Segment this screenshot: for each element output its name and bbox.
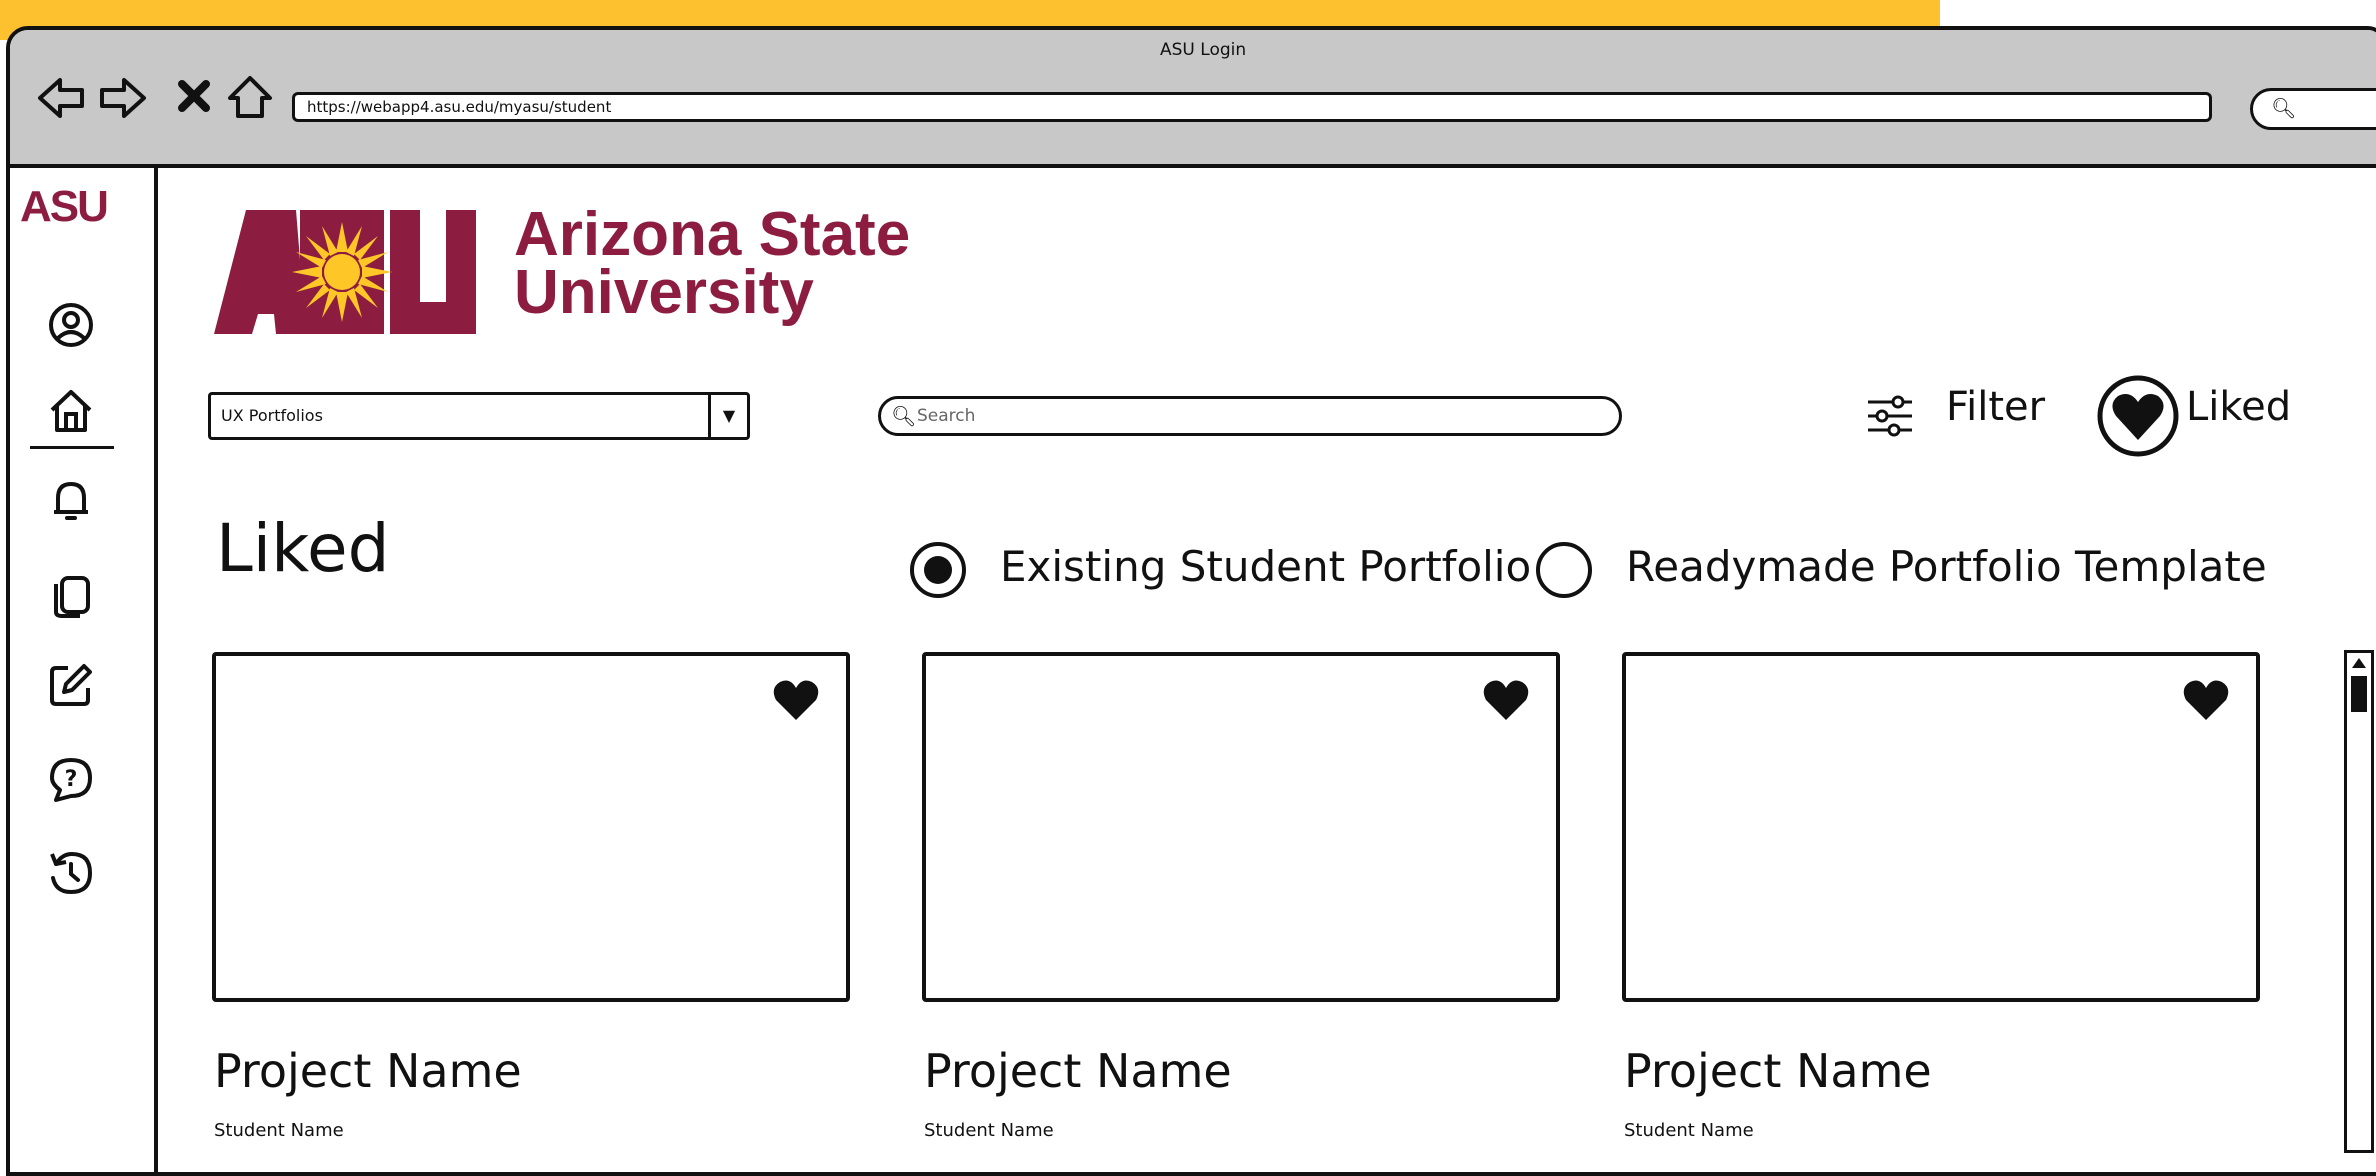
profile-icon[interactable] xyxy=(44,298,98,352)
browser-search-button[interactable]: 🔍︎ xyxy=(2250,88,2376,130)
university-name-line2: University xyxy=(514,258,814,327)
search-placeholder: Search xyxy=(917,406,976,426)
page-title: Liked xyxy=(216,510,390,587)
documents-icon[interactable] xyxy=(44,568,98,622)
edit-icon[interactable] xyxy=(44,658,98,712)
student-name: Student Name xyxy=(1624,1120,1754,1141)
browser-titlebar: ASU Login https://webapp4.asu.edu/myasu/… xyxy=(10,30,2376,168)
portfolio-card[interactable] xyxy=(212,652,850,1002)
back-arrow-icon[interactable] xyxy=(36,72,88,124)
university-name-line1: Arizona State xyxy=(514,200,911,269)
filter-button[interactable]: Filter xyxy=(1946,384,2045,430)
chevron-down-icon[interactable]: ▼ xyxy=(708,395,747,437)
project-name[interactable]: Project Name xyxy=(1624,1044,1932,1098)
radio-readymade-template[interactable] xyxy=(1534,540,1594,600)
history-icon[interactable] xyxy=(44,846,98,900)
student-name: Student Name xyxy=(924,1120,1054,1141)
radio-label-existing[interactable]: Existing Student Portfolio xyxy=(1000,542,1531,591)
radio-existing-portfolio[interactable] xyxy=(908,540,968,600)
stop-icon[interactable] xyxy=(174,76,214,116)
university-name: Arizona State University xyxy=(514,200,911,327)
radio-label-readymade[interactable]: Readymade Portfolio Template xyxy=(1626,542,2267,591)
scrollbar-thumb[interactable] xyxy=(2351,676,2367,712)
browser-window: ASU Login https://webapp4.asu.edu/myasu/… xyxy=(6,26,2376,1176)
home-nav-icon[interactable] xyxy=(44,384,98,438)
heart-icon[interactable] xyxy=(772,678,820,722)
liked-heart-icon[interactable] xyxy=(2096,374,2180,458)
svg-text:?: ? xyxy=(65,767,78,792)
active-nav-indicator xyxy=(30,446,114,449)
search-icon: 🔍︎ xyxy=(2271,96,2297,120)
scroll-up-arrow-icon[interactable] xyxy=(2350,656,2368,670)
portfolio-card[interactable] xyxy=(922,652,1560,1002)
bell-icon[interactable] xyxy=(44,472,98,526)
help-icon[interactable]: ? xyxy=(44,752,98,806)
heart-icon[interactable] xyxy=(1482,678,1530,722)
filter-sliders-icon[interactable] xyxy=(1864,390,1916,442)
url-bar[interactable]: https://webapp4.asu.edu/myasu/student xyxy=(292,92,2212,122)
heart-icon[interactable] xyxy=(2182,678,2230,722)
portfolio-card[interactable] xyxy=(1622,652,2260,1002)
student-name: Student Name xyxy=(214,1120,344,1141)
window-title: ASU Login xyxy=(1160,40,1247,60)
liked-button[interactable]: Liked xyxy=(2186,384,2291,430)
dropdown-value: UX Portfolios xyxy=(221,406,323,425)
home-icon[interactable] xyxy=(224,72,276,124)
category-dropdown[interactable]: UX Portfolios ▼ xyxy=(208,392,750,440)
project-name[interactable]: Project Name xyxy=(214,1044,522,1098)
forward-arrow-icon[interactable] xyxy=(96,72,148,124)
search-icon: 🔍︎ xyxy=(891,404,917,428)
vertical-scrollbar[interactable] xyxy=(2344,650,2374,1153)
asu-logo-mark xyxy=(214,210,476,334)
search-input[interactable]: 🔍︎ Search xyxy=(878,396,1622,436)
sidebar-logo: ASU xyxy=(20,182,109,231)
project-name[interactable]: Project Name xyxy=(924,1044,1232,1098)
